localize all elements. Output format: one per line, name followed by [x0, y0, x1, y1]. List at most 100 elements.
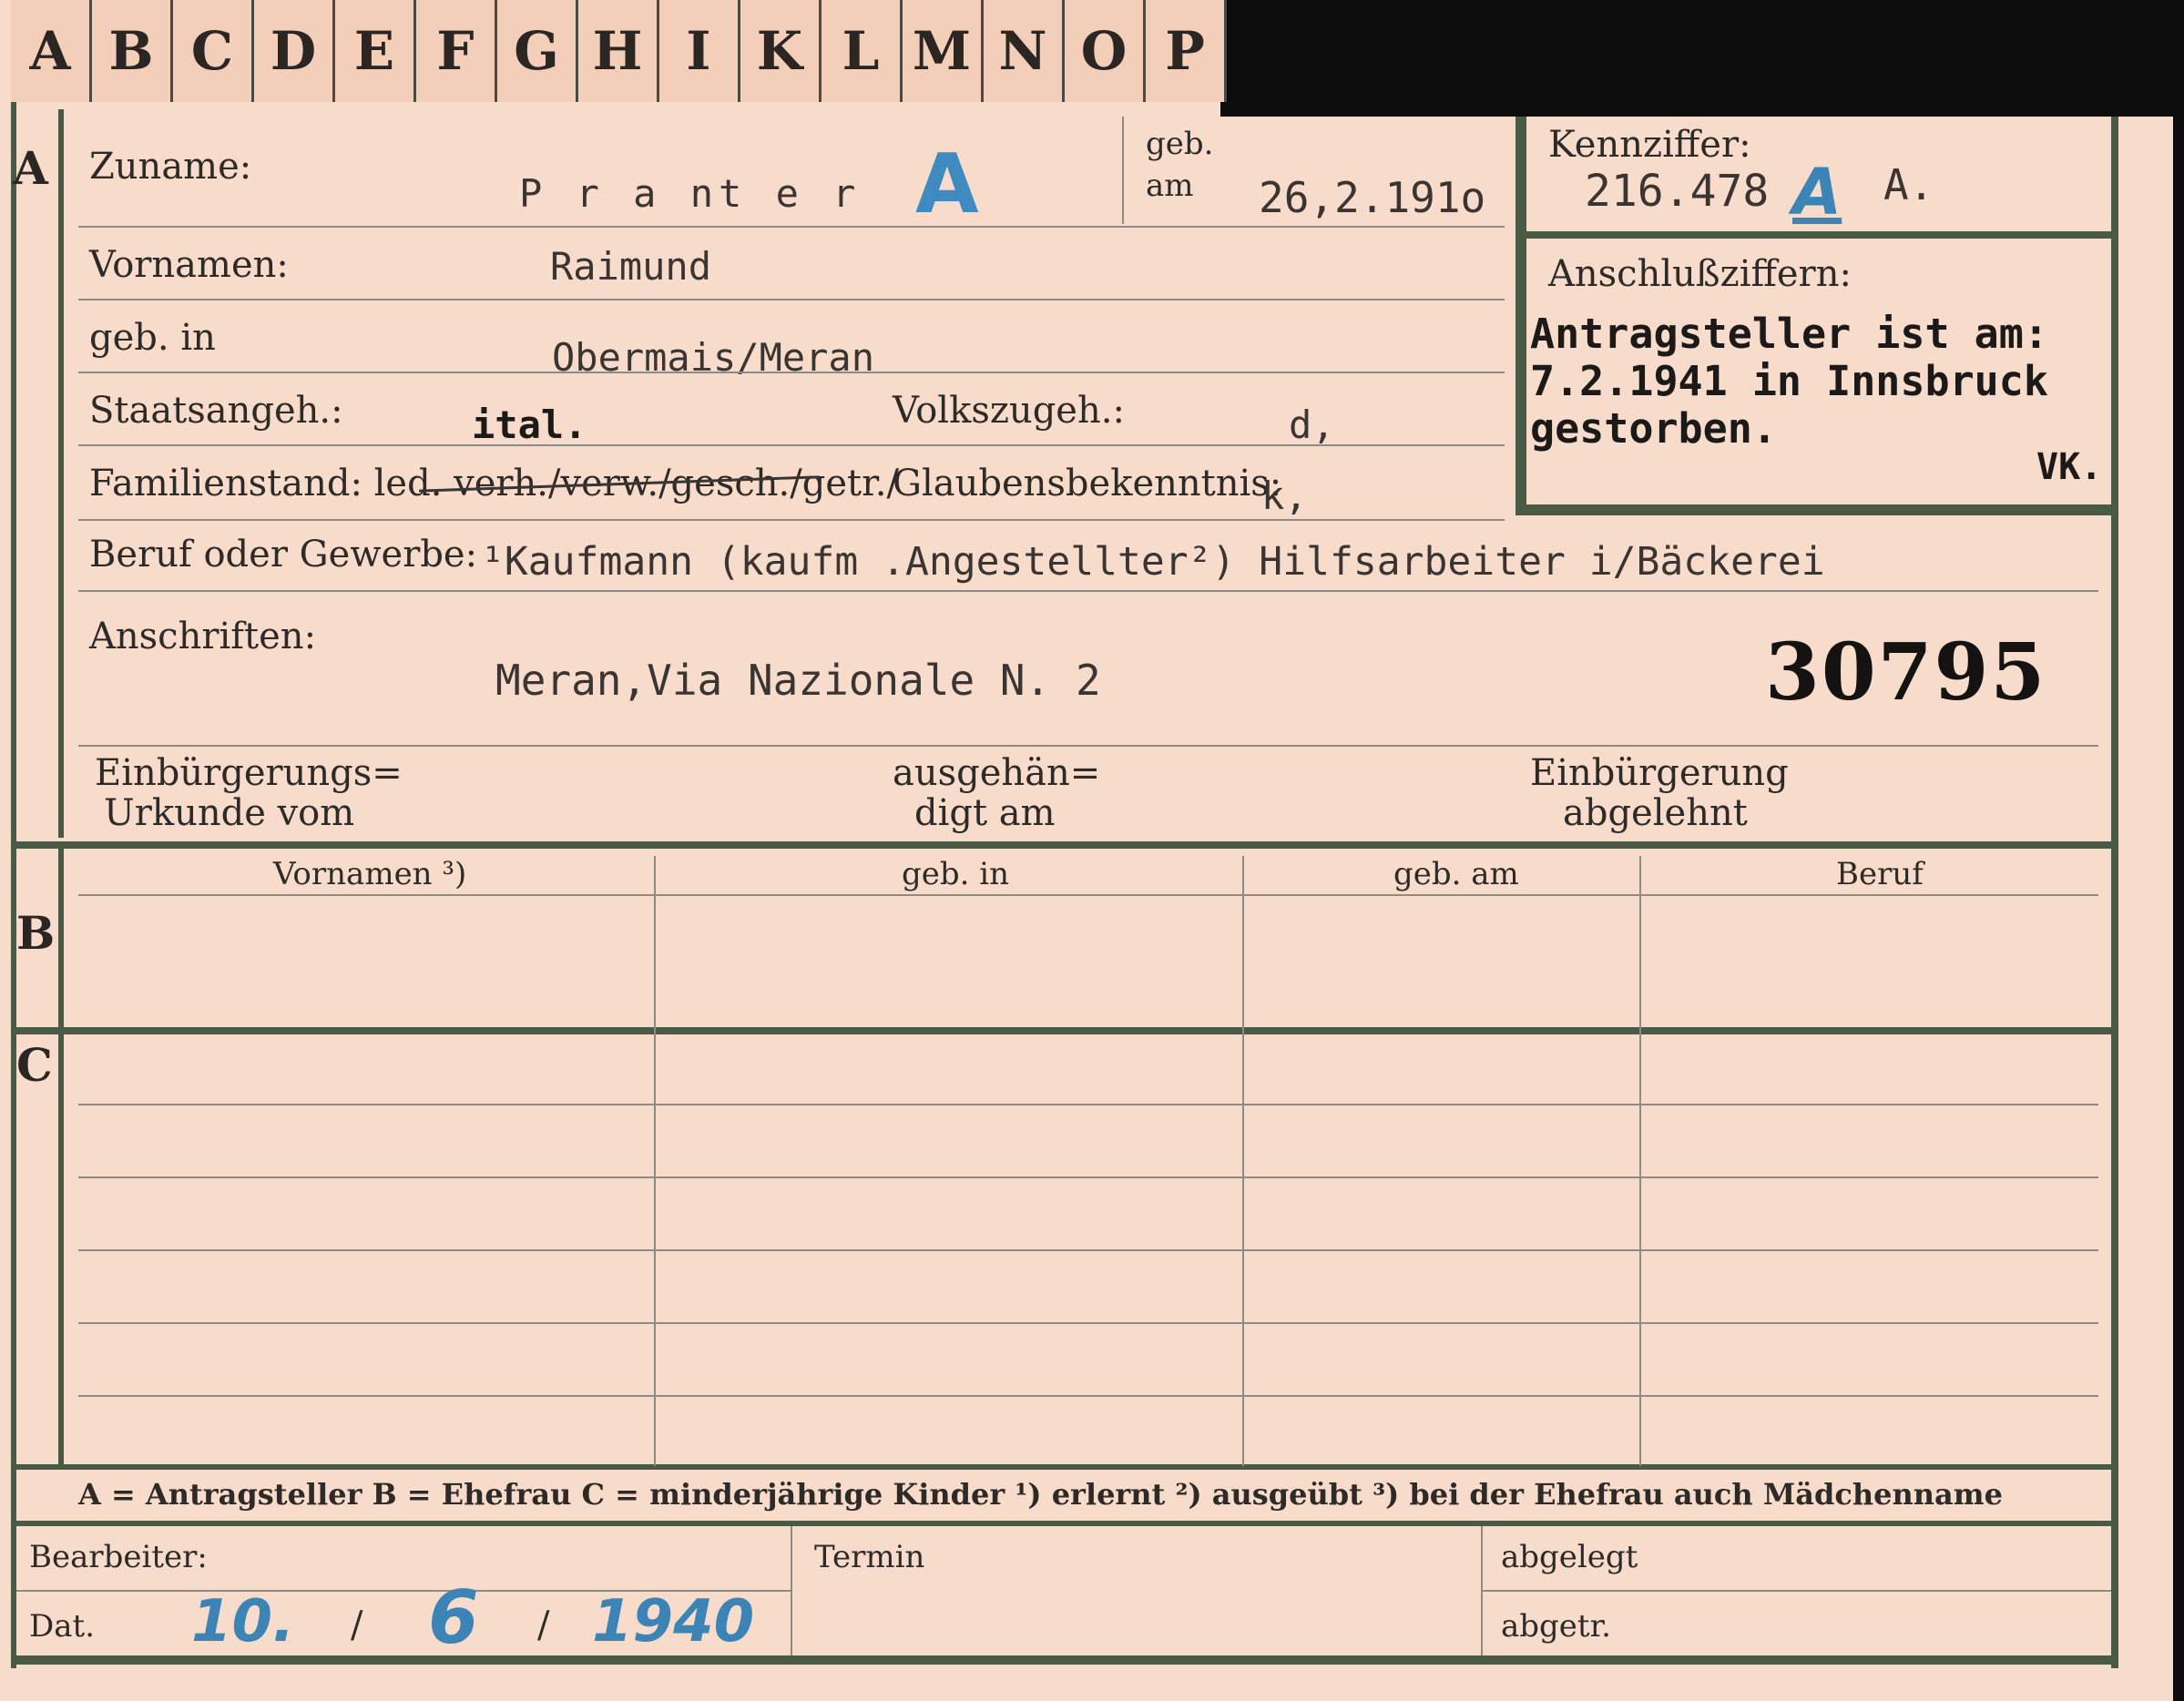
einb-abgelehnt-label-1: Einbürgerung: [1530, 752, 1789, 794]
table-row-line: [78, 1322, 2098, 1324]
section-a-letter: A: [13, 141, 48, 195]
kennziffer-label: Kennziffer:: [1548, 124, 1751, 166]
termin-label: Termin: [814, 1539, 925, 1575]
anschriften-label: Anschriften:: [89, 616, 317, 657]
beruf-label: Beruf oder Gewerbe:: [89, 534, 478, 575]
row-zuname-line: [78, 226, 1505, 228]
section-c-letter: C: [16, 1038, 53, 1092]
geb-in-label: geb. in: [89, 317, 216, 359]
section-b-letter: B: [16, 906, 56, 960]
table-col-2: [1242, 856, 1244, 1466]
date-year: 1940: [592, 1588, 755, 1655]
zuname-label: Zuname:: [89, 146, 252, 188]
tab-letter: B: [92, 0, 173, 102]
row-anschrift-line: [78, 745, 2098, 747]
volkszugeh-value: d,: [1289, 402, 1335, 447]
geb-divider: [1122, 117, 1124, 224]
geb-am-value: 26,2.191o: [1259, 173, 1486, 222]
card-border-right: [2111, 117, 2118, 1668]
card-border-left: [11, 102, 16, 1668]
tab-letter: G: [497, 0, 578, 102]
tab-letter: L: [822, 0, 903, 102]
geb-label: geb.: [1146, 126, 1214, 162]
tab-letter: P: [1146, 0, 1227, 102]
vornamen-label: Vornamen:: [89, 244, 289, 286]
scan-background: [1220, 0, 2184, 117]
staatsangeh-label: Staatsangeh.:: [89, 390, 343, 432]
bearbeiter-label: Bearbeiter:: [29, 1539, 208, 1575]
footer-col-1: [791, 1526, 792, 1655]
glaubensbekenntnis-value: k,: [1261, 474, 1308, 518]
dat-label: Dat.: [29, 1608, 96, 1645]
row-gebin-line: [78, 372, 1505, 373]
ausgeh-label-1: ausgehän=: [893, 752, 1101, 794]
section-b-bottom: [11, 1027, 2118, 1034]
row-staat-line: [78, 444, 1505, 446]
table-header-geb-in: geb. in: [902, 856, 1010, 892]
legend-top: [11, 1464, 2118, 1470]
table-col-1: [654, 856, 656, 1466]
einb-urkunde-label-2: Urkunde vom: [104, 792, 355, 834]
kennziffer-mark: A: [1792, 155, 1842, 229]
table-row-line: [78, 1395, 2098, 1397]
abgetr-label: abgetr.: [1501, 1608, 1611, 1645]
legend: A = Antragsteller B = Ehefrau C = minder…: [78, 1477, 2003, 1512]
card-border-bottom: [11, 1655, 2118, 1665]
anschluss-note-line3: gestorben.: [1530, 404, 1777, 453]
row-vornamen-line: [78, 299, 1505, 300]
abgelegt-label: abgelegt: [1501, 1539, 1638, 1575]
kennziffer-suffix: A.: [1883, 160, 1934, 209]
row-familien-line: [78, 519, 1505, 521]
tab-letter: A: [11, 0, 92, 102]
kennziffer-value: 216.478: [1585, 166, 1770, 217]
section-a-bottom: [11, 841, 2118, 849]
volkszugeh-label: Volkszugeh.:: [893, 390, 1125, 432]
anschrift-value: Meran,Via Nazionale N. 2: [495, 656, 1101, 705]
date-sep-1: /: [351, 1604, 363, 1646]
einb-abgelehnt-label-2: abgelehnt: [1563, 792, 1748, 834]
table-row-line: [78, 1249, 2098, 1251]
kennziffer-divider: [1526, 231, 2111, 239]
tab-letter: N: [984, 0, 1065, 102]
table-col-3: [1639, 856, 1641, 1466]
scan-background-right: [2173, 0, 2184, 1701]
tab-letter: M: [903, 0, 984, 102]
hand-mark-a: A: [915, 137, 979, 232]
section-a-inner-left: [58, 109, 64, 838]
date-month: 6: [428, 1575, 479, 1660]
table-row-line: [78, 1104, 2098, 1105]
staatsangeh-value: ital.: [472, 402, 587, 447]
section-c-inner-left: [58, 1034, 64, 1468]
einb-urkunde-label-1: Einbürgerungs=: [95, 752, 403, 794]
table-header-vornamen: Vornamen ³): [273, 856, 467, 892]
tab-letter: I: [659, 0, 740, 102]
table-row-line: [78, 1176, 2098, 1178]
card-number: 30795: [1765, 626, 2047, 718]
anschluss-note-initials: VK.: [2036, 446, 2103, 488]
tab-letter: C: [173, 0, 254, 102]
am-label: am: [1146, 168, 1194, 204]
legend-bottom: [11, 1521, 2118, 1526]
vornamen-value: Raimund: [550, 244, 712, 289]
table-header-geb-am: geb. am: [1393, 856, 1519, 892]
beruf-value: ¹Kaufmann (kaufm .Angestellter²) Hilfsar…: [481, 539, 1825, 585]
section-b-inner-left: [58, 849, 64, 1029]
anschluss-note-line2: 7.2.1941 in Innsbruck: [1530, 357, 2048, 405]
tab-letter: F: [416, 0, 497, 102]
familienstand-label: Familienstand: led. verh./verw./gesch./g…: [89, 463, 899, 504]
row-beruf-line: [78, 590, 2098, 592]
date-day: 10.: [191, 1588, 295, 1655]
anschlussziffern-label: Anschlußziffern:: [1548, 253, 1852, 295]
footer-mid-line-right: [1481, 1590, 2111, 1592]
tab-letter: O: [1065, 0, 1146, 102]
ausgeh-label-2: digt am: [914, 792, 1056, 834]
tab-letter: E: [335, 0, 416, 102]
date-sep-2: /: [537, 1604, 550, 1646]
zuname-value: P r a nt e r: [519, 171, 862, 216]
tab-letter: H: [578, 0, 659, 102]
anschluss-note-line1: Antragsteller ist am:: [1530, 310, 2048, 358]
glaubensbekenntnis-label: Glaubensbekenntnis:: [893, 463, 1282, 504]
tab-letter: K: [740, 0, 822, 102]
table-header-line: [78, 894, 2098, 896]
table-header-beruf: Beruf: [1836, 856, 1924, 892]
